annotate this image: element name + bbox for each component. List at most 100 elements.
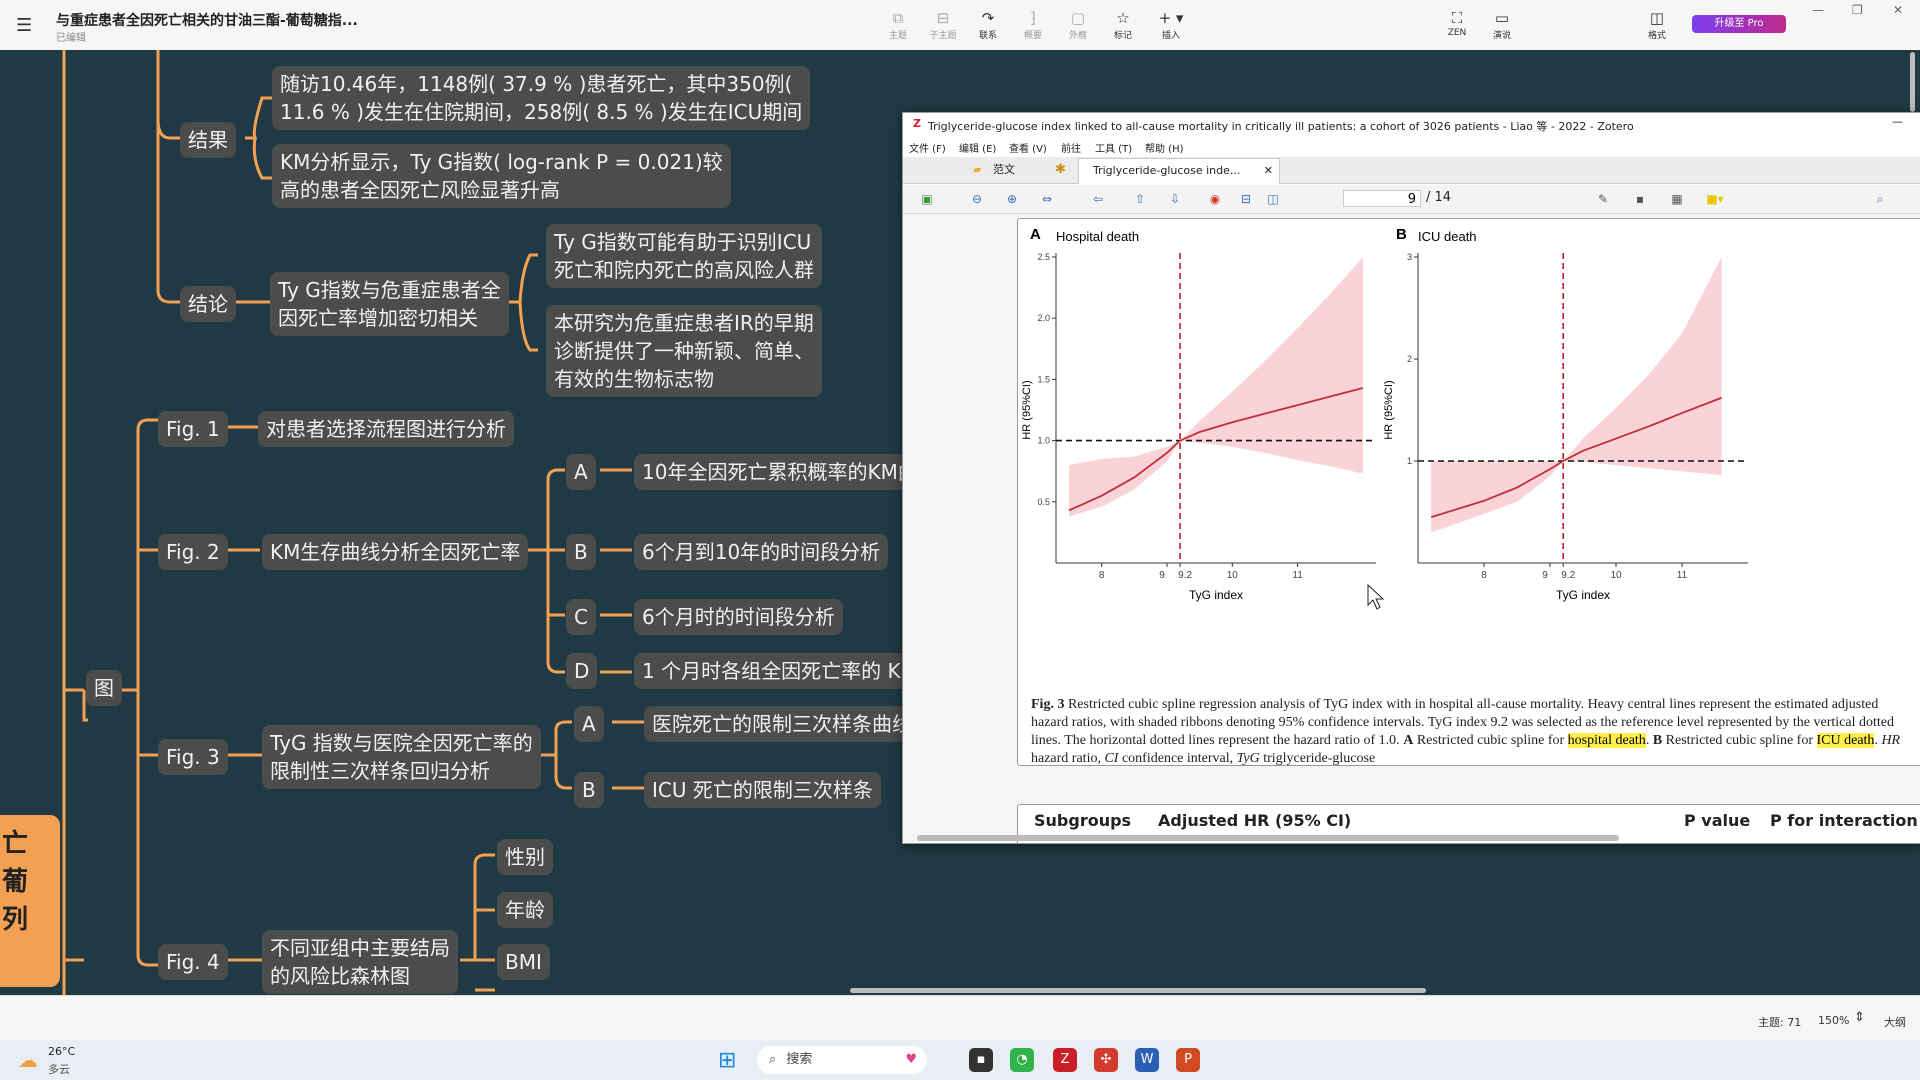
area-tool-icon[interactable]: ▦ bbox=[1665, 190, 1689, 208]
topic-fig2-d[interactable]: D bbox=[566, 653, 598, 689]
tab-pdf-reader[interactable]: Triglyceride-glucose inde... ✕ bbox=[1078, 158, 1280, 184]
insert-button[interactable]: + ▾ 插入 bbox=[1149, 8, 1193, 41]
pdf-viewer[interactable]: A Hospital death 0.5 1.0 1.5 2.0 2.5 8 9 9.2 10 11 T… bbox=[903, 214, 1920, 843]
page-number-input[interactable]: 9 bbox=[1343, 190, 1421, 207]
windows-start-icon[interactable]: ⊞ bbox=[718, 1048, 736, 1073]
topic-fig4-age[interactable]: 年龄 bbox=[497, 892, 553, 928]
topic-conclusion-1[interactable]: Ty G指数可能有助于识别ICU 死亡和院内死亡的高风险人群 bbox=[546, 224, 822, 288]
xmind-app-icon[interactable]: ✣ bbox=[1094, 1048, 1118, 1072]
highlight-annotation[interactable]: ICU death bbox=[1816, 733, 1875, 748]
panel-b-xtick-label: 10 bbox=[1610, 570, 1622, 581]
word-app-icon[interactable]: W bbox=[1135, 1048, 1159, 1072]
topic-fig2-desc[interactable]: KM生存曲线分析全因死亡率 bbox=[262, 534, 529, 570]
zotero-tabbar: ▰ 范文 ✱ Triglyceride-glucose inde... ✕ bbox=[903, 157, 1920, 184]
split-vertical-icon[interactable]: ◫ bbox=[1261, 190, 1285, 208]
topic-fig4-bmi[interactable]: BMI bbox=[497, 944, 550, 980]
topic-fig3-b[interactable]: B bbox=[574, 772, 604, 808]
menu-edit[interactable]: 编辑 (E) bbox=[959, 140, 996, 155]
highlight-annotation[interactable]: hospital death bbox=[1567, 733, 1646, 748]
highlight-tool-icon[interactable]: ✎ bbox=[1591, 190, 1615, 208]
topic-conclusion-main[interactable]: Ty G指数与危重症患者全 因死亡率增加密切相关 bbox=[270, 272, 509, 336]
topic-results[interactable]: 结果 bbox=[180, 122, 236, 158]
minimize-icon[interactable]: — bbox=[1812, 3, 1824, 17]
relationship-button[interactable]: ↷ 联系 bbox=[966, 8, 1010, 41]
present-button[interactable]: ▭ 演说 bbox=[1480, 8, 1524, 41]
topic-fig3[interactable]: Fig. 3 bbox=[158, 739, 228, 775]
topic-figures[interactable]: 图 bbox=[86, 670, 122, 706]
weather-text: 多云 bbox=[48, 1063, 70, 1076]
topic-results-2[interactable]: KM分析显示，Ty G指数( log-rank P = 0.021)较 高的患者… bbox=[272, 144, 731, 208]
format-button[interactable]: ◫ 格式 bbox=[1635, 8, 1679, 41]
boundary-button[interactable]: ▢ 外框 bbox=[1056, 8, 1100, 41]
topic-fig2[interactable]: Fig. 2 bbox=[158, 534, 228, 570]
summary-button[interactable]: ⁆ 概要 bbox=[1011, 8, 1055, 41]
taskbar-search[interactable]: ⌕ 搜索 ♥ bbox=[757, 1046, 927, 1074]
note-tool-icon[interactable]: ▪ bbox=[1628, 190, 1652, 208]
zoom-stepper-icon[interactable]: ⇕ bbox=[1854, 1010, 1865, 1025]
topic-fig2-a[interactable]: A bbox=[566, 454, 596, 490]
weather-icon[interactable]: ☁ bbox=[18, 1048, 38, 1072]
topic-results-1[interactable]: 随访10.46年，1148例( 37.9 % )患者死亡，其中350例( 11.… bbox=[272, 66, 811, 130]
task-view-icon[interactable]: ▪ bbox=[969, 1048, 993, 1072]
topic-conclusion[interactable]: 结论 bbox=[180, 286, 236, 322]
menu-help[interactable]: 帮助 (H) bbox=[1145, 140, 1184, 155]
minimize-icon[interactable]: — bbox=[1892, 115, 1903, 128]
page-down-icon[interactable]: ⇩ bbox=[1163, 190, 1187, 208]
topic-conclusion-2[interactable]: 本研究为危重症患者IR的早期 诊断提供了一种新颖、简单、 有效的生物标志物 bbox=[546, 305, 822, 397]
topic-fig2-b-text[interactable]: 6个月到10年的时间段分析 bbox=[634, 534, 889, 570]
pin-icon[interactable]: ✱ bbox=[1055, 162, 1066, 177]
zen-button[interactable]: ⛶ ZEN bbox=[1435, 8, 1479, 38]
menu-tools[interactable]: 工具 (T) bbox=[1095, 140, 1132, 155]
restore-icon[interactable]: ❐ bbox=[1852, 3, 1863, 17]
sidebar-toggle-icon[interactable]: ▣ bbox=[915, 190, 939, 208]
wechat-icon[interactable]: ◔ bbox=[1010, 1048, 1034, 1072]
spline-chart: A Hospital death 0.5 1.0 1.5 2.0 2.5 8 9 9.2 10 11 T… bbox=[1021, 226, 1748, 610]
canvas-vscroll[interactable] bbox=[1910, 52, 1915, 112]
topic-fig2-d-text[interactable]: 1 个月时各组全因死亡率的 KM bbox=[634, 653, 916, 689]
topic-fig2-a-text[interactable]: 10年全因死亡累积概率的KM曲 bbox=[634, 454, 916, 490]
fit-width-icon[interactable]: ⇔ bbox=[1035, 190, 1059, 208]
canvas-hscroll[interactable] bbox=[850, 988, 1426, 993]
root-topic[interactable]: 亡 葡 列 bbox=[0, 815, 60, 987]
menu-icon[interactable]: ☰ bbox=[16, 15, 32, 36]
panel-a-title: Hospital death bbox=[1056, 229, 1139, 244]
marker-button[interactable]: ☆ 标记 bbox=[1101, 8, 1145, 41]
topic-fig1-desc[interactable]: 对患者选择流程图进行分析 bbox=[258, 411, 514, 447]
split-horizontal-icon[interactable]: ⊟ bbox=[1234, 190, 1258, 208]
powerpoint-app-icon[interactable]: P bbox=[1176, 1048, 1200, 1072]
outline-button[interactable]: 大纲 bbox=[1884, 1014, 1906, 1030]
topic-fig4-desc[interactable]: 不同亚组中主要结局 的风险比森林图 bbox=[262, 930, 458, 994]
color-picker-icon[interactable]: ■▾ bbox=[1703, 190, 1727, 208]
topic-fig3-b-text[interactable]: ICU 死亡的限制三次样条 bbox=[644, 772, 881, 808]
upgrade-pro-button[interactable]: 升级至 Pro bbox=[1692, 15, 1786, 33]
pdf-hscroll[interactable] bbox=[917, 835, 1619, 841]
panel-b-xtick-label: 8 bbox=[1481, 570, 1487, 581]
back-icon[interactable]: ⇦ bbox=[1086, 190, 1110, 208]
tab-close-icon[interactable]: ✕ bbox=[1264, 159, 1273, 183]
close-icon[interactable]: ✕ bbox=[1893, 3, 1903, 17]
zotero-app-icon[interactable]: Z bbox=[1053, 1048, 1077, 1072]
topic-button[interactable]: ⧉ 主题 bbox=[876, 8, 920, 41]
subtopic-button[interactable]: ⊟ 子主题 bbox=[921, 8, 965, 41]
zoom-level[interactable]: 150% bbox=[1818, 1014, 1849, 1027]
topic-fig3-desc[interactable]: TyG 指数与医院全因死亡率的 限制性三次样条回归分析 bbox=[262, 725, 541, 789]
topic-fig2-c-text[interactable]: 6个月时的时间段分析 bbox=[634, 599, 843, 635]
figure-3: A Hospital death 0.5 1.0 1.5 2.0 2.5 8 9 9.2 10 11 T… bbox=[1017, 218, 1920, 766]
page-up-icon[interactable]: ⇧ bbox=[1128, 190, 1152, 208]
topic-fig4-sex[interactable]: 性别 bbox=[497, 839, 553, 875]
menu-go[interactable]: 前往 bbox=[1061, 140, 1081, 155]
tab-library[interactable]: ▰ 范文 bbox=[973, 161, 1015, 177]
annotation-icon[interactable]: ◉ bbox=[1203, 190, 1227, 208]
topic-fig3-a[interactable]: A bbox=[574, 706, 604, 742]
menu-file[interactable]: 文件 (F) bbox=[909, 140, 946, 155]
format-icon: ◫ bbox=[1649, 9, 1665, 27]
topic-fig3-a-text[interactable]: 医院死亡的限制三次样条曲线 bbox=[644, 706, 916, 742]
topic-fig2-b[interactable]: B bbox=[566, 534, 596, 570]
topic-fig2-c[interactable]: C bbox=[566, 599, 596, 635]
topic-fig1[interactable]: Fig. 1 bbox=[158, 411, 228, 447]
zoom-out-icon[interactable]: ⊖ bbox=[965, 190, 989, 208]
zoom-in-icon[interactable]: ⊕ bbox=[1000, 190, 1024, 208]
search-icon[interactable]: ⌕ bbox=[1868, 190, 1892, 208]
menu-view[interactable]: 查看 (V) bbox=[1009, 140, 1047, 155]
topic-fig4[interactable]: Fig. 4 bbox=[158, 944, 228, 980]
